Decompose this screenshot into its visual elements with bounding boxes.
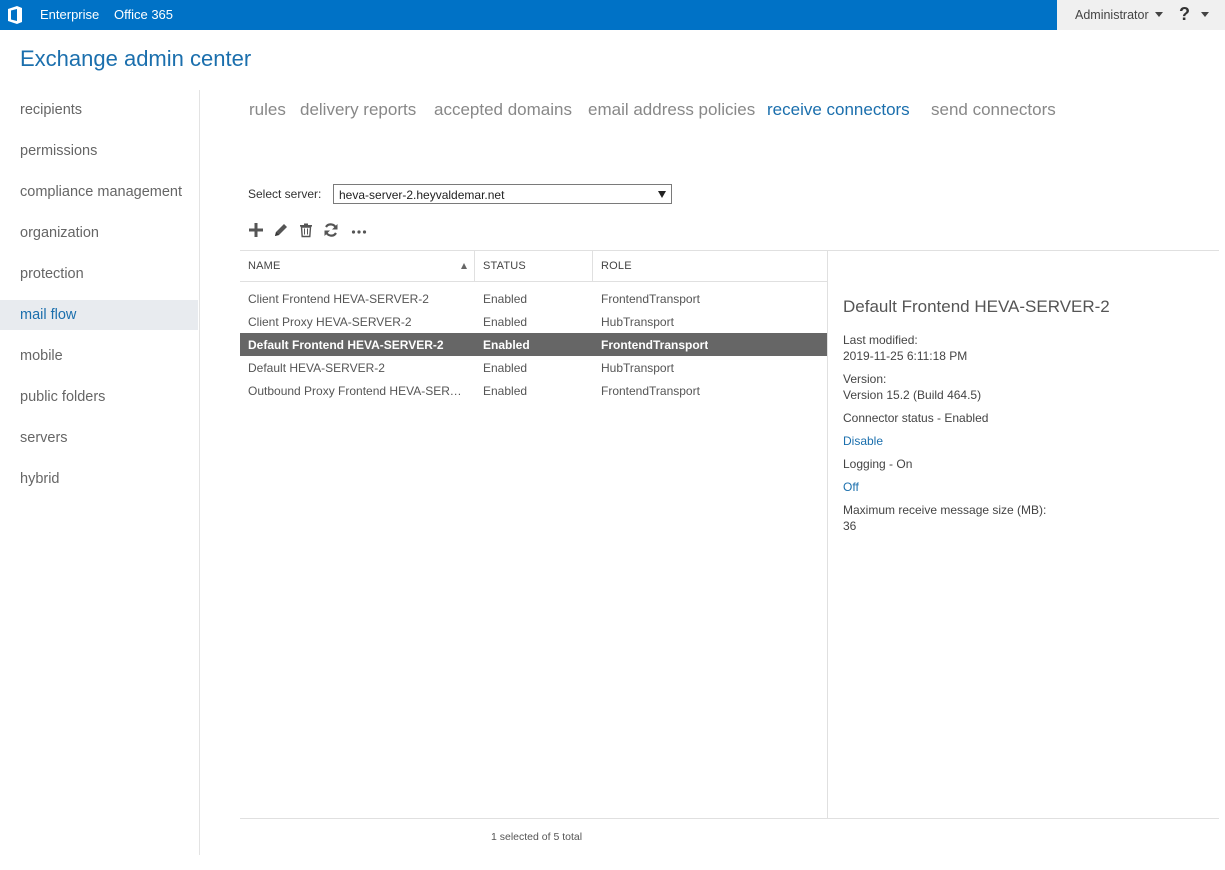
server-select-value: heva-server-2.heyvaldemar.net — [339, 188, 505, 202]
sidebar-item-compliance-management[interactable]: compliance management — [0, 177, 198, 207]
max-size-value: 36 — [843, 519, 857, 533]
list-header-divider — [240, 281, 827, 282]
enterprise-link[interactable]: Enterprise — [40, 7, 99, 22]
user-menu[interactable]: Administrator — [1075, 8, 1149, 22]
table-row[interactable]: Client Proxy HEVA-SERVER-2 Enabled HubTr… — [240, 310, 827, 333]
list-top-divider — [240, 250, 1219, 251]
last-modified-label: Last modified: — [843, 333, 918, 347]
row-name: Default HEVA-SERVER-2 — [248, 361, 385, 375]
table-row[interactable]: Outbound Proxy Frontend HEVA-SERVE... En… — [240, 379, 827, 402]
refresh-icon[interactable] — [322, 221, 340, 239]
column-divider — [474, 251, 475, 281]
tab-receive-connectors[interactable]: receive connectors — [767, 100, 910, 120]
column-header-status[interactable]: STATUS — [483, 260, 526, 272]
sidebar-item-mobile[interactable]: mobile — [0, 341, 198, 371]
column-header-role[interactable]: ROLE — [601, 260, 632, 272]
logging-off-link[interactable]: Off — [843, 480, 859, 494]
office365-link[interactable]: Office 365 — [114, 7, 173, 22]
tab-accepted-domains[interactable]: accepted domains — [434, 100, 572, 120]
row-role: HubTransport — [601, 361, 674, 375]
table-row[interactable]: Default HEVA-SERVER-2 Enabled HubTranspo… — [240, 356, 827, 379]
server-select[interactable]: heva-server-2.heyvaldemar.net — [333, 184, 672, 204]
row-role: HubTransport — [601, 315, 674, 329]
sidebar-item-hybrid[interactable]: hybrid — [0, 464, 198, 494]
sidebar-item-servers[interactable]: servers — [0, 423, 198, 453]
office-logo-icon[interactable] — [7, 6, 23, 24]
version-value: Version 15.2 (Build 464.5) — [843, 388, 982, 402]
edit-icon[interactable] — [272, 221, 290, 239]
table-row[interactable]: Client Frontend HEVA-SERVER-2 Enabled Fr… — [240, 287, 827, 310]
sidebar-item-recipients[interactable]: recipients — [0, 95, 198, 125]
last-modified-value: 2019-11-25 6:11:18 PM — [843, 349, 968, 363]
chevron-down-icon[interactable] — [1155, 12, 1163, 17]
disable-link[interactable]: Disable — [843, 434, 883, 448]
row-name: Client Frontend HEVA-SERVER-2 — [248, 292, 429, 306]
more-icon[interactable] — [350, 221, 368, 239]
row-status: Enabled — [483, 384, 528, 398]
row-status: Enabled — [483, 292, 528, 306]
sidebar-item-permissions[interactable]: permissions — [0, 136, 198, 166]
select-server-label: Select server: — [248, 187, 322, 201]
connector-status: Connector status - Enabled — [843, 411, 989, 425]
top-bar: Enterprise Office 365 Administrator ? — [0, 0, 1225, 30]
row-name: Client Proxy HEVA-SERVER-2 — [248, 315, 412, 329]
row-name: Outbound Proxy Frontend HEVA-SERVE... — [248, 384, 468, 398]
dropdown-arrow-icon — [658, 191, 666, 198]
list-bottom-divider — [240, 818, 1219, 819]
sidebar-item-public-folders[interactable]: public folders — [0, 382, 198, 412]
version-label: Version: — [843, 372, 887, 386]
help-icon[interactable]: ? — [1179, 4, 1190, 25]
row-status: Enabled — [483, 361, 528, 375]
sidebar-item-mail-flow[interactable]: mail flow — [0, 300, 198, 330]
row-role: FrontendTransport — [601, 384, 700, 398]
tab-send-connectors[interactable]: send connectors — [931, 100, 1056, 120]
column-divider — [592, 251, 593, 281]
selection-count: 1 selected of 5 total — [491, 831, 583, 843]
tab-email-address-policies[interactable]: email address policies — [588, 100, 755, 120]
page-title: Exchange admin center — [20, 46, 252, 71]
row-status: Enabled — [483, 338, 530, 352]
tab-rules[interactable]: rules — [249, 100, 286, 120]
detail-pane-divider — [827, 251, 828, 818]
user-area: Administrator ? — [1057, 0, 1225, 30]
sidebar-item-organization[interactable]: organization — [0, 218, 198, 248]
chevron-down-icon[interactable] — [1201, 12, 1209, 17]
delete-icon[interactable] — [297, 221, 315, 239]
detail-title: Default Frontend HEVA-SERVER-2 — [843, 297, 1110, 316]
tab-delivery-reports[interactable]: delivery reports — [300, 100, 416, 120]
sidebar: recipients permissions compliance manage… — [0, 90, 200, 855]
row-role: FrontendTransport — [601, 338, 709, 352]
table-row-selected[interactable]: Default Frontend HEVA-SERVER-2 Enabled F… — [240, 333, 827, 356]
sort-ascending-icon[interactable] — [461, 263, 467, 269]
row-name: Default Frontend HEVA-SERVER-2 — [248, 338, 444, 352]
sidebar-item-protection[interactable]: protection — [0, 259, 198, 289]
max-size-label: Maximum receive message size (MB): — [843, 503, 1047, 517]
row-role: FrontendTransport — [601, 292, 700, 306]
logging-status: Logging - On — [843, 457, 913, 471]
column-header-name[interactable]: NAME — [248, 260, 281, 272]
add-icon[interactable] — [247, 221, 265, 239]
row-status: Enabled — [483, 315, 528, 329]
